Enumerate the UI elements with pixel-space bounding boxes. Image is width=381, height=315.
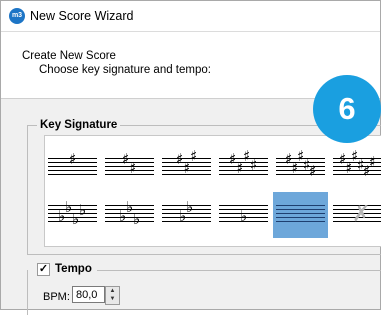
atonal-icon: ✗ — [352, 202, 371, 227]
sharp-icon: ♯ — [129, 159, 137, 177]
key-signature-option[interactable]: ♯ ♯ ♯ ♯ ♯ ♯ — [330, 145, 381, 191]
key-signature-option[interactable]: ♭ ♭ — [159, 192, 214, 238]
staff-line — [276, 174, 325, 175]
staff-line — [276, 221, 325, 222]
staff-line — [276, 166, 325, 167]
step-number-badge: 6 — [313, 75, 381, 143]
musescore-app-icon: m3 — [9, 8, 25, 24]
staff-line — [276, 170, 325, 171]
tempo-label: Tempo — [55, 263, 92, 275]
sharp-icon: ♯ — [309, 162, 317, 180]
key-signature-option[interactable]: ♯ ♯ ♯ ♯ — [216, 145, 271, 191]
window-title: New Score Wizard — [30, 9, 134, 23]
sharp-icon: ♯ — [250, 156, 258, 174]
staff-line — [276, 213, 325, 214]
bpm-spinbox[interactable]: ▲ ▼ — [105, 286, 120, 305]
key-signature-option[interactable]: ♭ ♭ ♭ ♭ — [45, 192, 100, 238]
staff-line — [276, 205, 325, 206]
tempo-checkbox[interactable]: ✓ — [37, 263, 50, 276]
key-signature-option[interactable] — [273, 192, 328, 238]
wizard-page-subtitle: Choose key signature and tempo: — [39, 64, 211, 76]
flat-icon: ♭ — [79, 201, 87, 219]
staff-line — [276, 209, 325, 210]
key-signature-option[interactable]: ♯ ♯ ♯ — [159, 145, 214, 191]
staff-line — [48, 205, 97, 206]
key-signature-option[interactable]: ♭ ♭ ♭ — [102, 192, 157, 238]
staff-line — [333, 174, 381, 175]
key-signature-option[interactable]: ✗ — [330, 192, 381, 238]
staff-line — [219, 166, 268, 167]
bpm-input[interactable]: 80,0 — [72, 286, 105, 303]
staff-line — [48, 170, 97, 171]
bpm-increase-icon[interactable]: ▲ — [106, 287, 119, 295]
bpm-decrease-icon[interactable]: ▼ — [106, 295, 119, 303]
key-signature-option[interactable]: ♯ ♯ ♯ ♯ ♯ — [273, 145, 328, 191]
key-signature-label: Key Signature — [37, 119, 121, 131]
staff-line — [162, 221, 211, 222]
title-bar: m3 New Score Wizard — [1, 1, 380, 32]
staff-line — [219, 170, 268, 171]
sharp-icon: ♯ — [190, 147, 198, 165]
staff-line — [162, 217, 211, 218]
staff-line — [276, 217, 325, 218]
sharp-icon: ♯ — [369, 153, 377, 171]
flat-icon: ♭ — [240, 207, 248, 225]
staff-line — [105, 217, 154, 218]
staff-line — [105, 221, 154, 222]
key-signature-option[interactable]: ♯ ♯ — [102, 145, 157, 191]
flat-icon: ♭ — [186, 198, 194, 216]
key-signature-option[interactable]: ♭ — [216, 192, 271, 238]
tempo-group-divider — [97, 270, 381, 271]
staff-line — [219, 205, 268, 206]
staff-line — [219, 174, 268, 175]
bpm-label: BPM: — [43, 291, 70, 303]
key-signature-grid: ♯ ♯ ♯ ♯ ♯ ♯ ♯ ♯ ♯ ♯ ♯ ♯ ♯ ♯ ♯ ♯ ♯ ♯ ♯ ♯ ♯ ♭ ♭ ♭ ♭ ♭ ♭ ♭ ♭ ♭ ♭ ✗ — [44, 135, 381, 247]
flat-icon: ♭ — [133, 210, 141, 228]
staff-line — [48, 174, 97, 175]
wizard-page-title: Create New Score — [22, 50, 116, 62]
sharp-icon: ♯ — [69, 150, 77, 168]
key-signature-option[interactable]: ♯ — [45, 145, 100, 191]
